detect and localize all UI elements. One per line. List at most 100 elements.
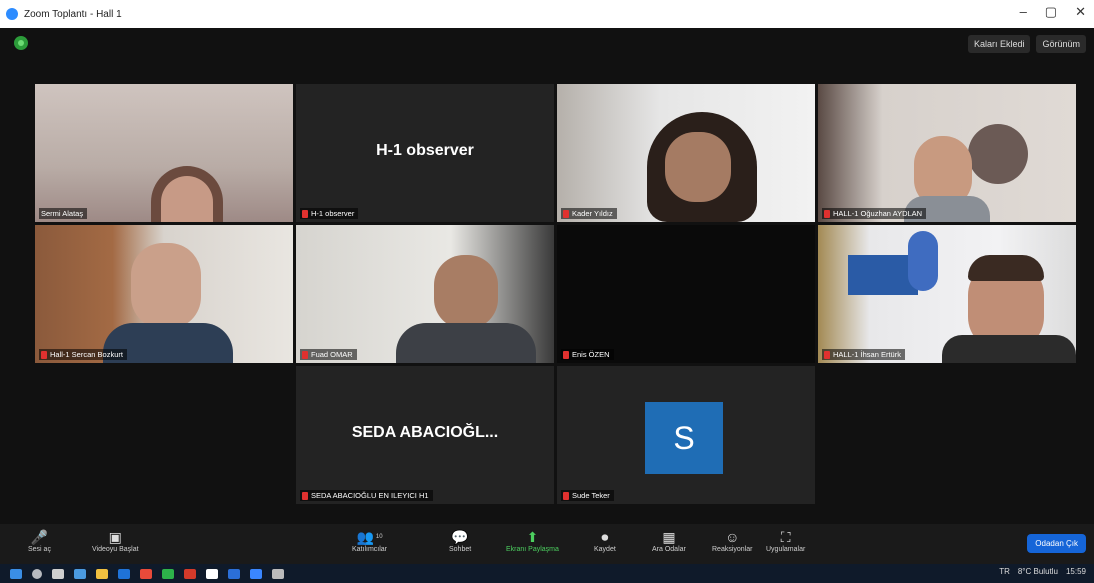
file-explorer-icon[interactable] [96,568,108,579]
record-icon: ⏺ [601,528,609,545]
reactions-label: Reaksiyonlar [712,546,753,553]
participant-avatar: S [645,402,723,474]
participant-name-tag: HALL-1 İhsan Ertürk [822,349,905,360]
window-controls: – ▢ ✕ [1020,4,1086,20]
clock[interactable]: 15:59 [1066,567,1086,576]
video-tile[interactable]: Sermi Alataş [35,84,293,222]
meeting-toolbar: 🎤 Sesi aç ▣ Videoyu Başlat 👥 10 Katılımcı… [0,524,1094,564]
leave-room-button[interactable]: Odadan Çık [1027,534,1086,553]
muted-mic-icon [302,209,308,218]
view-controls: Kaları Ekledi Görünüm [967,35,1086,53]
participant-name: Sude Teker [572,491,610,500]
participant-name-tag: Enis ÖZEN [561,349,614,360]
share-label: Ekranı Paylaşma [506,546,559,553]
view-button[interactable]: Görünüm [1036,35,1086,53]
apps-label: Uygulamalar [766,546,806,553]
video-tile[interactable]: S Sude Teker [557,366,815,504]
share-screen-icon: ⬆ [526,528,539,545]
participant-name-tag: Kader Yıldız [561,208,617,219]
word-icon[interactable] [228,568,240,579]
windows-taskbar: TR 8°C Bulutlu 15:59 [0,564,1094,583]
app-icon[interactable] [272,568,284,579]
participants-label: Katılımcılar [352,546,388,553]
video-tile[interactable]: H-1 observer H-1 observer [296,84,554,222]
participant-video [35,225,293,363]
apps-icon: ⛶ [780,528,791,545]
zoom-taskbar-icon[interactable] [250,568,262,579]
participant-name-tag: SEDA ABACIOĞLU EN ILEYICI H1 [300,490,433,501]
participants-icon: 👥 10 [356,528,383,545]
window-titlebar: Zoom Toplantı - Hall 1 – ▢ ✕ [0,0,1094,28]
chrome-icon[interactable] [140,568,152,579]
window-title: Zoom Toplantı - Hall 1 [24,8,122,20]
zoom-logo-icon [6,8,18,20]
participant-name: Hall-1 Sercan Bozkurt [50,350,123,359]
participant-video [296,225,554,363]
participant-name: HALL-1 İhsan Ertürk [833,350,901,359]
participant-video [818,84,1076,222]
participant-name: Fuad OMAR [311,350,353,359]
breakout-label: Ara Odalar [652,546,686,553]
video-tile[interactable]: Hall-1 Sercan Bozkurt [35,225,293,363]
acrobat-icon[interactable] [184,568,196,579]
search-icon[interactable] [32,568,42,579]
mute-label: Sesi aç [28,546,51,553]
minimize-button[interactable]: – [1020,4,1027,20]
video-tile[interactable]: Fuad OMAR [296,225,554,363]
video-tile[interactable]: Kader Yıldız [557,84,815,222]
participant-name: Enis ÖZEN [572,350,610,359]
muted-mic-icon [302,350,308,359]
participant-name: Kader Yıldız [572,209,613,218]
participant-name-tag: HALL-1 Oğuzhan AYDLAN [822,208,927,219]
close-button[interactable]: ✕ [1075,4,1086,20]
task-view-icon[interactable] [52,568,64,579]
record-label: Kaydet [594,546,616,553]
participant-name-tag: H-1 observer [300,208,359,219]
participants-button[interactable]: 👥 10 Katılımcılar [352,528,388,554]
excel-icon[interactable] [162,568,174,579]
participant-video [557,84,815,222]
view-option-button[interactable]: Kaları Ekledi [967,35,1031,53]
participant-video [35,84,293,222]
muted-mic-icon [302,491,308,500]
record-button[interactable]: ⏺ Kaydet [594,528,616,554]
notepad-icon[interactable] [206,568,218,579]
video-tile[interactable]: HALL-1 İhsan Ertürk [818,225,1076,363]
participant-name: SEDA ABACIOĞLU EN ILEYICI H1 [311,491,429,500]
windows-start-icon[interactable] [10,568,22,579]
meeting-area: Kaları Ekledi Görünüm Sermi Alataş H-1 o… [0,28,1094,524]
video-camera-off-icon: ▣ [108,528,122,545]
apps-button[interactable]: ⛶ Uygulamalar [766,528,806,554]
muted-mic-icon [563,491,569,500]
share-screen-button[interactable]: ⬆ Ekranı Paylaşma [506,528,559,554]
outlook-icon[interactable] [118,568,130,579]
mute-button[interactable]: 🎤 Sesi aç [28,528,51,554]
chat-label: Sohbet [449,546,472,553]
participant-name-tag: Hall-1 Sercan Bozkurt [39,349,127,360]
video-label: Videoyu Başlat [92,546,139,553]
participant-name: Sermi Alataş [41,209,84,218]
security-shield-icon[interactable] [14,36,28,50]
participant-video [818,225,1076,363]
participants-count: 10 [375,534,383,540]
participant-name: H-1 observer [311,209,355,218]
chat-bubble-icon: 💬 [451,528,469,545]
language-indicator[interactable]: TR [999,567,1010,576]
maximize-button[interactable]: ▢ [1045,4,1057,20]
weather-widget[interactable]: 8°C Bulutlu [1018,567,1058,576]
muted-mic-icon [824,350,830,359]
muted-mic-icon [41,350,47,359]
breakout-rooms-button[interactable]: ▦ Ara Odalar [652,528,686,554]
muted-mic-icon [824,209,830,218]
reactions-button[interactable]: ☺ Reaksiyonlar [712,528,752,553]
video-tile[interactable]: Enis ÖZEN [557,225,815,363]
chat-button[interactable]: 💬 Sohbet [449,528,472,554]
participant-name-tag: Sude Teker [561,490,614,501]
video-tile[interactable]: SEDA ABACIOĞL... SEDA ABACIOĞLU EN ILEYI… [296,366,554,504]
video-tile[interactable]: HALL-1 Oğuzhan AYDLAN [818,84,1076,222]
microphone-muted-icon: 🎤 [30,528,49,545]
edge-icon[interactable] [74,568,86,579]
start-video-button[interactable]: ▣ Videoyu Başlat [92,528,139,554]
participant-name-tag: Sermi Alataş [39,208,88,219]
participant-big-name: SEDA ABACIOĞL... [351,424,499,441]
